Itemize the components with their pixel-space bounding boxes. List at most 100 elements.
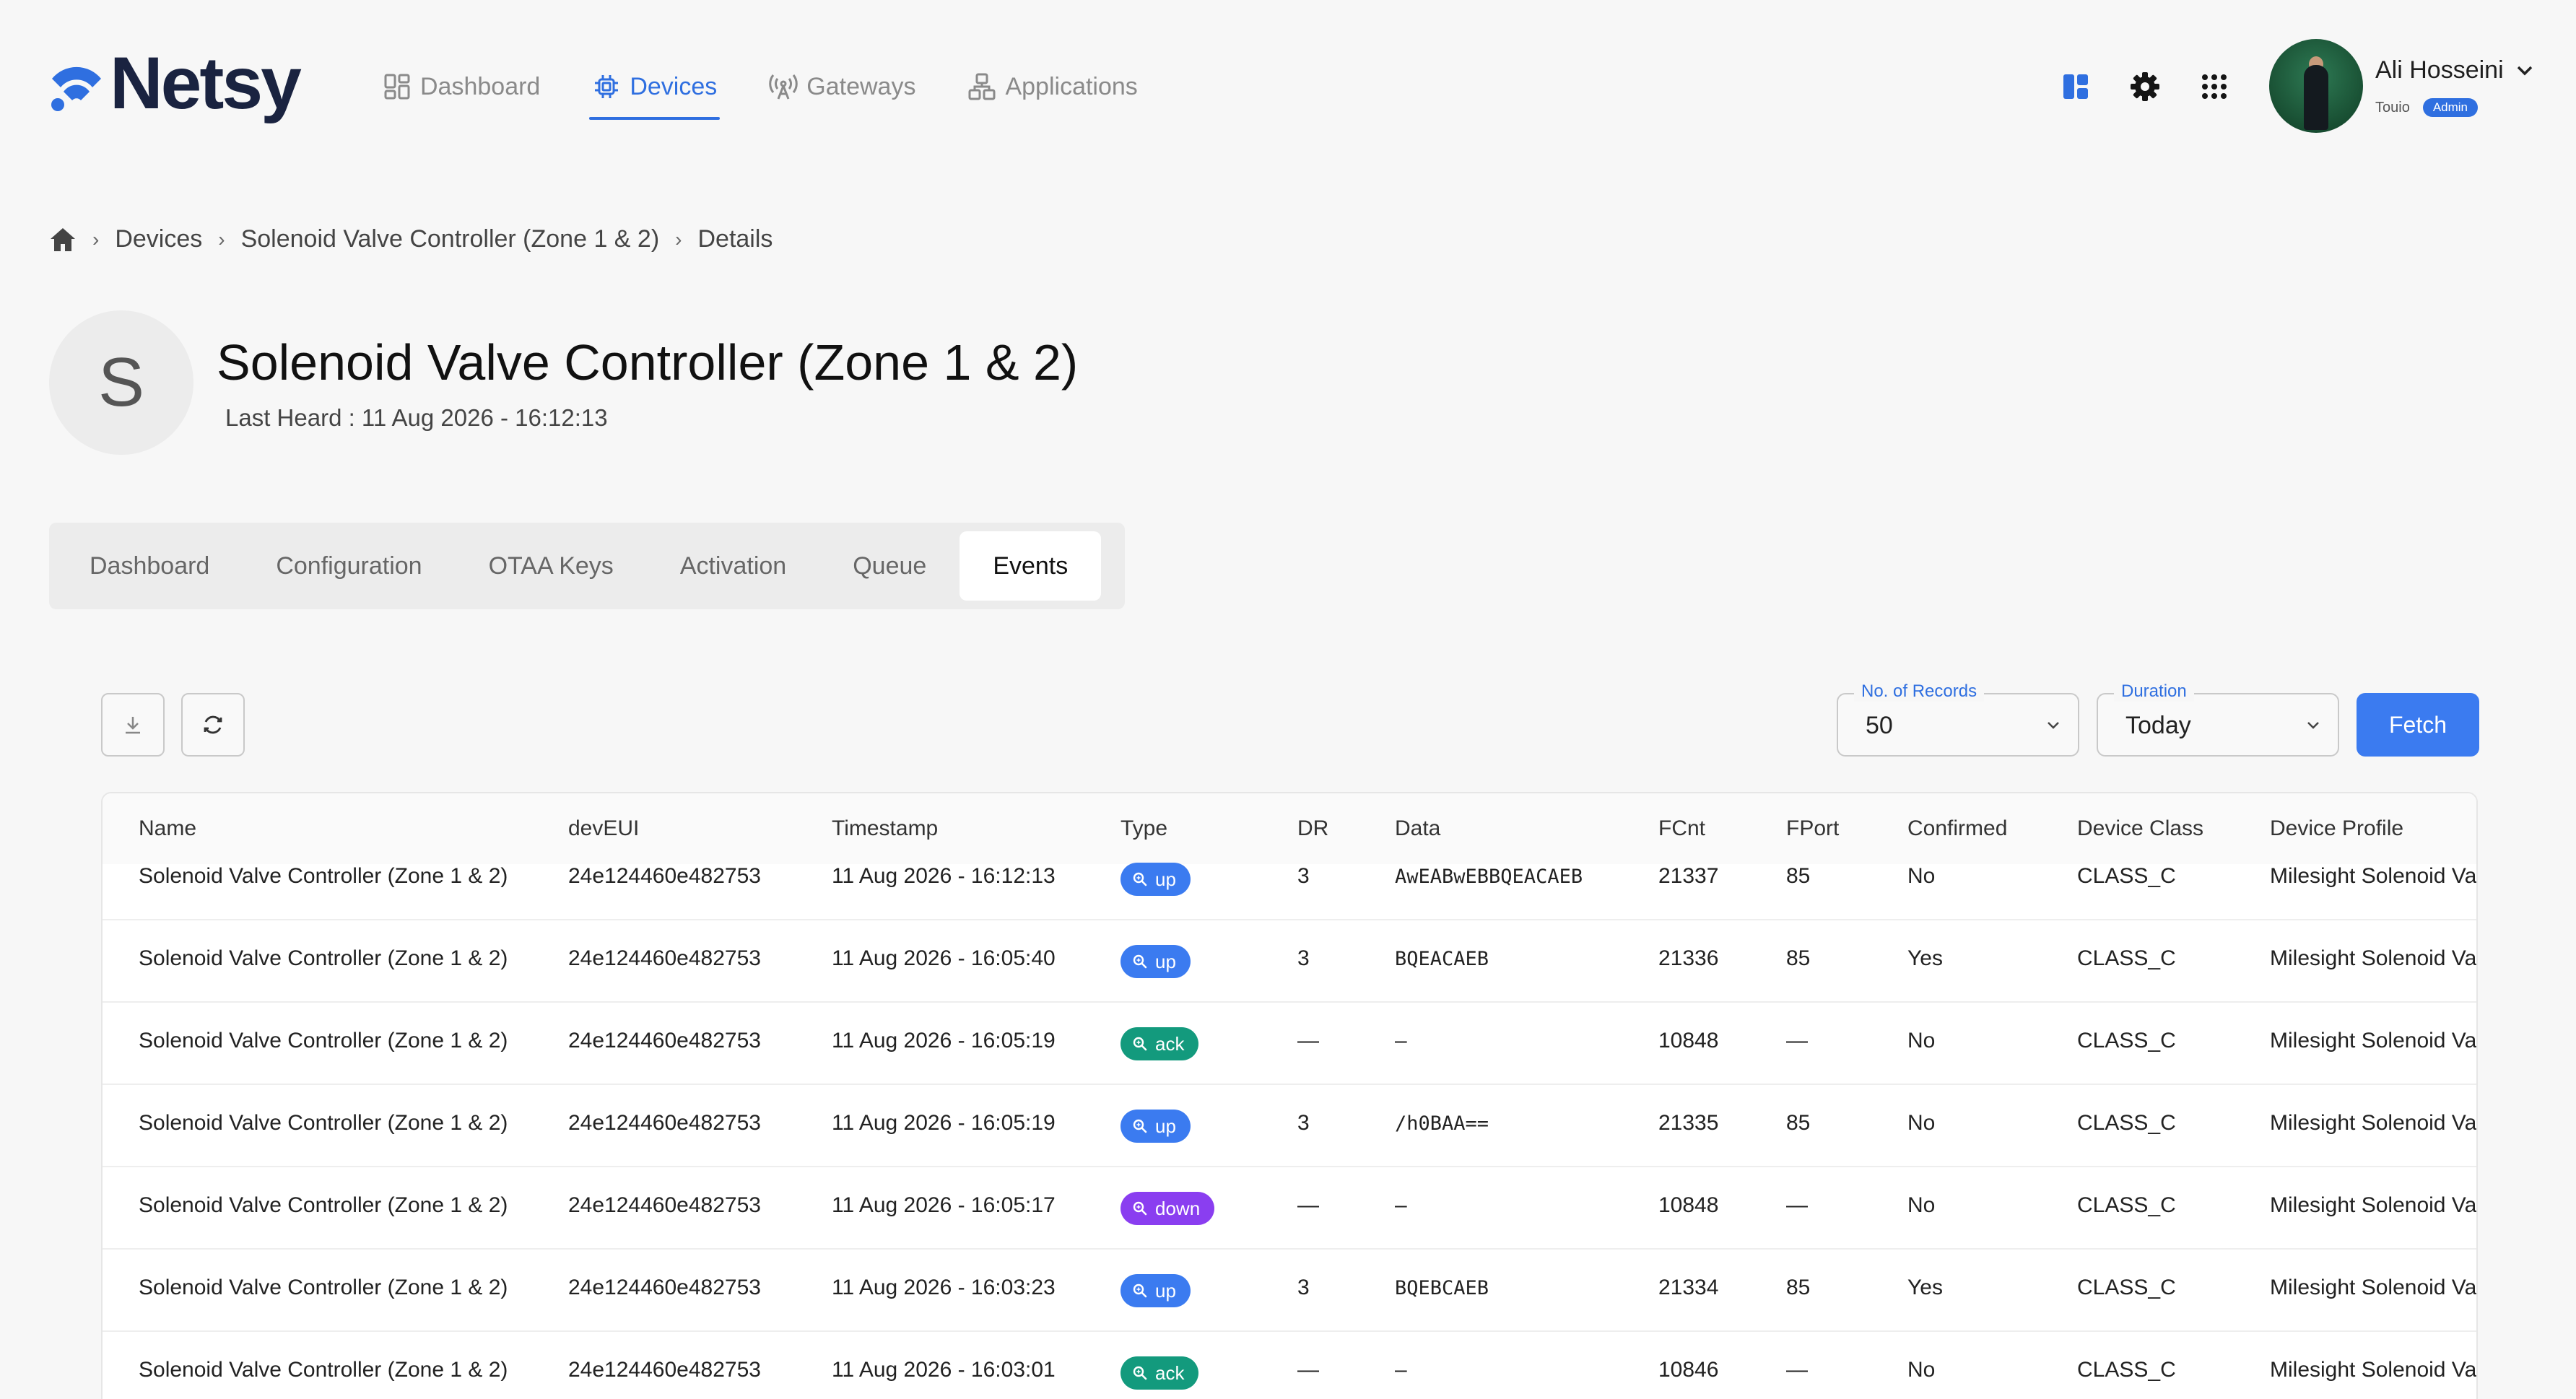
column-header[interactable]: Device Profile (2270, 816, 2403, 841)
top-header: Netsy Dashboard Devices Gateways Applica… (0, 0, 2576, 173)
column-header[interactable]: Name (139, 816, 196, 841)
cell-device-profile: Milesight Solenoid Val (2270, 946, 2478, 970)
column-header[interactable]: FCnt (1658, 816, 1705, 841)
device-tabs: Dashboard Configuration OTAA Keys Activa… (49, 523, 1125, 609)
nav-applications-label: Applications (1005, 72, 1138, 100)
cell-data: AwEABwEBBQEACAEB (1395, 866, 1583, 888)
cell-device-class: CLASS_C (2077, 1193, 2176, 1217)
cell-timestamp: 11 Aug 2026 - 16:03:01 (832, 1358, 1056, 1382)
table-row[interactable]: Solenoid Valve Controller (Zone 1 & 2) 24… (103, 1167, 2476, 1250)
fetch-button[interactable]: Fetch (2357, 693, 2479, 757)
table-row[interactable]: Solenoid Valve Controller (Zone 1 & 2) 24… (103, 1332, 2476, 1399)
wifi-logo-icon (51, 66, 101, 111)
cell-deveui: 24e124460e482753 (568, 946, 761, 970)
grid-icon (384, 74, 410, 100)
nav-applications[interactable]: Applications (967, 65, 1138, 108)
event-type-badge[interactable]: down (1121, 1192, 1215, 1225)
tab-queue[interactable]: Queue (819, 531, 960, 601)
event-type-badge[interactable]: up (1121, 1274, 1191, 1307)
breadcrumb-separator-icon: › (218, 227, 225, 250)
cell-name: Solenoid Valve Controller (Zone 1 & 2) (139, 864, 508, 888)
nav-devices[interactable]: Devices (589, 65, 721, 120)
event-type-label: up (1155, 1279, 1176, 1302)
search-icon (1133, 954, 1147, 969)
column-header[interactable]: Timestamp (832, 816, 938, 841)
breadcrumb-devices[interactable]: Devices (115, 225, 202, 253)
table-row[interactable]: Solenoid Valve Controller (Zone 1 & 2) 24… (103, 838, 2476, 920)
refresh-icon (204, 715, 222, 734)
user-avatar[interactable] (2269, 39, 2363, 133)
table-row[interactable]: Solenoid Valve Controller (Zone 1 & 2) 24… (103, 1085, 2476, 1167)
cell-fport: 85 (1786, 1111, 1811, 1135)
download-icon (126, 717, 140, 734)
table-row[interactable]: Solenoid Valve Controller (Zone 1 & 2) 24… (103, 1003, 2476, 1085)
cell-dr: — (1297, 1193, 1319, 1217)
column-header[interactable]: DR (1297, 816, 1328, 841)
column-header[interactable]: FPort (1786, 816, 1839, 841)
cell-fcnt: 10846 (1658, 1358, 1719, 1382)
tab-activation[interactable]: Activation (647, 531, 819, 601)
breadcrumb-device[interactable]: Solenoid Valve Controller (Zone 1 & 2) (241, 225, 660, 253)
column-header[interactable]: Device Class (2077, 816, 2203, 841)
nav-dashboard[interactable]: Dashboard (383, 65, 540, 108)
user-name: Ali Hosseini (2375, 56, 2504, 84)
cell-fcnt: 21337 (1658, 864, 1719, 888)
layout-toggle-button[interactable] (2058, 69, 2094, 105)
layout-icon (2063, 74, 2088, 99)
records-select[interactable]: No. of Records 50 (1837, 681, 2079, 757)
cell-name: Solenoid Valve Controller (Zone 1 & 2) (139, 1111, 508, 1135)
search-icon (1133, 1283, 1147, 1298)
cell-timestamp: 11 Aug 2026 - 16:05:19 (832, 1029, 1056, 1052)
cell-fcnt: 10848 (1658, 1193, 1719, 1217)
table-row[interactable]: Solenoid Valve Controller (Zone 1 & 2) 24… (103, 920, 2476, 1003)
tab-events[interactable]: Events (960, 531, 1102, 601)
download-button[interactable] (101, 693, 165, 757)
duration-select[interactable]: Duration Today (2097, 681, 2339, 757)
cell-data: – (1395, 1193, 1407, 1217)
nav-gateways[interactable]: Gateways (769, 65, 915, 108)
settings-button[interactable] (2127, 69, 2163, 105)
cell-deveui: 24e124460e482753 (568, 1358, 761, 1382)
home-icon[interactable] (49, 227, 77, 253)
cell-name: Solenoid Valve Controller (Zone 1 & 2) (139, 1029, 508, 1052)
column-header[interactable]: Confirmed (1907, 816, 2007, 841)
search-icon (1133, 1119, 1147, 1133)
event-type-badge[interactable]: up (1121, 863, 1191, 896)
cell-device-class: CLASS_C (2077, 1276, 2176, 1299)
cell-fcnt: 10848 (1658, 1029, 1719, 1052)
cell-confirmed: No (1907, 864, 1936, 888)
cell-data: – (1395, 1029, 1407, 1052)
brand-name: Netsy (110, 42, 302, 124)
event-type-label: down (1155, 1197, 1201, 1219)
cell-device-profile: Milesight Solenoid Val (2270, 1358, 2478, 1382)
chip-icon (595, 75, 619, 98)
cell-timestamp: 11 Aug 2026 - 16:05:19 (832, 1111, 1056, 1135)
search-icon (1133, 872, 1147, 886)
gear-icon (2131, 72, 2159, 101)
event-type-badge[interactable]: ack (1121, 1027, 1199, 1060)
cell-device-profile: Milesight Solenoid Val (2270, 1111, 2478, 1135)
column-header[interactable]: devEUI (568, 816, 639, 841)
cell-dr: 3 (1297, 1111, 1310, 1135)
avatar-person-body (2304, 65, 2328, 130)
cell-name: Solenoid Valve Controller (Zone 1 & 2) (139, 1358, 508, 1382)
column-header[interactable]: Type (1121, 816, 1167, 841)
cell-device-class: CLASS_C (2077, 1358, 2176, 1382)
cell-fcnt: 21336 (1658, 946, 1719, 970)
table-row[interactable]: Solenoid Valve Controller (Zone 1 & 2) 24… (103, 1250, 2476, 1332)
tab-configuration[interactable]: Configuration (243, 531, 455, 601)
user-menu-toggle[interactable]: Ali Hosseini (2375, 56, 2534, 84)
tab-otaa-keys[interactable]: OTAA Keys (456, 531, 647, 601)
app-launcher-button[interactable] (2196, 69, 2232, 105)
apps-network-icon (968, 73, 996, 100)
event-type-badge[interactable]: up (1121, 945, 1191, 978)
tab-dashboard[interactable]: Dashboard (56, 531, 243, 601)
brand-logo[interactable]: Netsy (48, 42, 302, 124)
event-type-badge[interactable]: up (1121, 1110, 1191, 1143)
event-type-badge[interactable]: ack (1121, 1356, 1199, 1390)
cell-confirmed: Yes (1907, 1276, 1943, 1299)
cell-data: BQEACAEB (1395, 948, 1489, 970)
refresh-button[interactable] (181, 693, 245, 757)
duration-value: Today (2125, 712, 2191, 739)
column-header[interactable]: Data (1395, 816, 1440, 841)
